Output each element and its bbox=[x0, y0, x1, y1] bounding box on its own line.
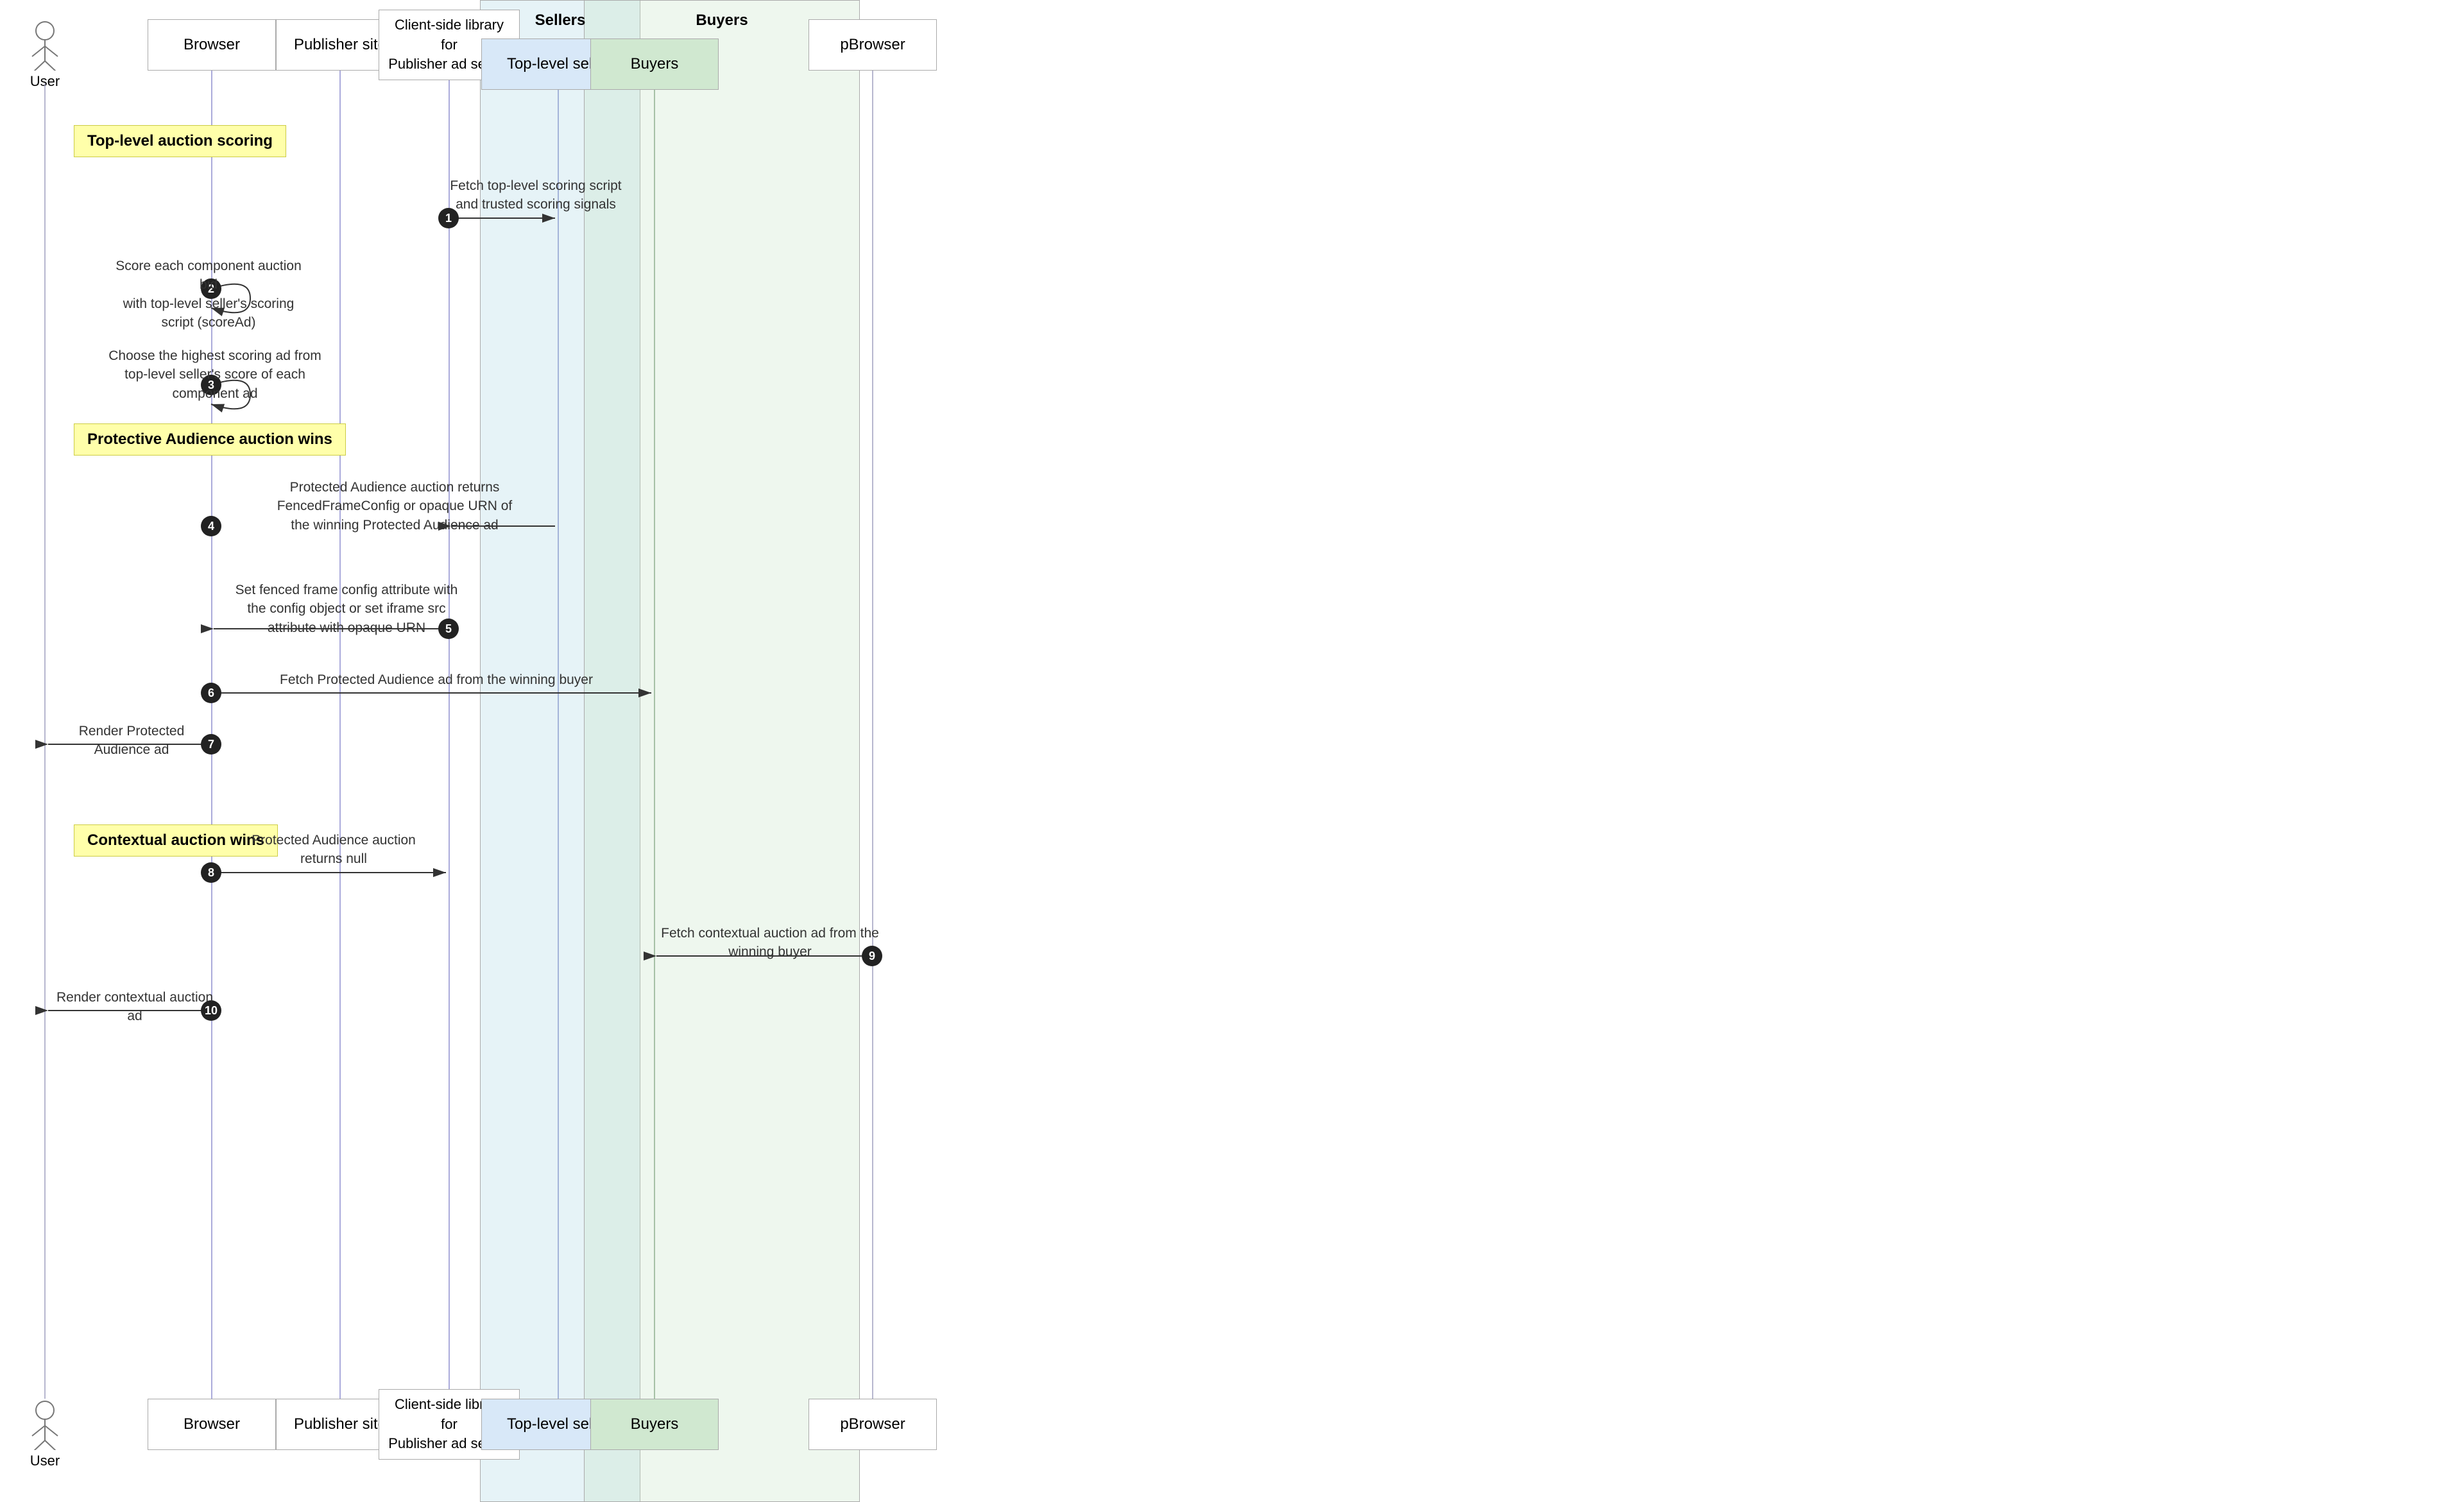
tls-lifeline bbox=[558, 90, 559, 1399]
user-figure-top: User bbox=[26, 19, 64, 90]
step-8-circle: 8 bbox=[201, 862, 221, 883]
step-3-label: Choose the highest scoring ad fromtop-le… bbox=[106, 346, 324, 403]
pbrowser-lifeline bbox=[872, 71, 873, 1399]
step-10-label: Render contextual auction ad bbox=[55, 988, 215, 1026]
pbrowser-box-bottom: pBrowser bbox=[809, 1399, 937, 1450]
step-7-label: Render Protected Audience ad bbox=[51, 722, 212, 760]
step-4-label: Protected Audience auction returnsFenced… bbox=[257, 478, 533, 534]
step-4-circle: 4 bbox=[201, 516, 221, 536]
note-top-level-auction: Top-level auction scoring bbox=[74, 125, 286, 157]
buyers-box-bottom: Buyers bbox=[590, 1399, 719, 1450]
step-2-label: Score each component auction bidwith top… bbox=[109, 257, 308, 332]
user-figure-bottom: User bbox=[26, 1399, 64, 1469]
csl-lifeline bbox=[449, 80, 450, 1399]
buyers-box-top: Buyers bbox=[590, 38, 719, 90]
browser-box-bottom: Browser bbox=[148, 1399, 276, 1450]
step-8-label: Protected Audience auctionreturns null bbox=[244, 831, 424, 869]
browser-box-top: Browser bbox=[148, 19, 276, 71]
step-5-label: Set fenced frame config attribute withth… bbox=[231, 581, 462, 637]
note-protective-audience: Protective Audience auction wins bbox=[74, 423, 346, 456]
diagram-container: Sellers Buyers User Browser Publisher si… bbox=[0, 0, 2464, 1502]
publisher-lifeline bbox=[339, 71, 341, 1399]
step-1-label: Fetch top-level scoring scriptand truste… bbox=[449, 176, 622, 214]
step-6-circle: 6 bbox=[201, 683, 221, 703]
user-bottom-label: User bbox=[26, 1453, 64, 1469]
pbrowser-box-top: pBrowser bbox=[809, 19, 937, 71]
buyers-section bbox=[584, 0, 860, 1502]
buyers-lifeline bbox=[654, 90, 655, 1399]
user-lifeline bbox=[44, 83, 46, 1399]
step-6-label: Fetch Protected Audience ad from the win… bbox=[257, 670, 616, 689]
step-9-label: Fetch contextual auction ad from the win… bbox=[654, 924, 886, 962]
arrows-svg bbox=[0, 0, 2464, 1502]
